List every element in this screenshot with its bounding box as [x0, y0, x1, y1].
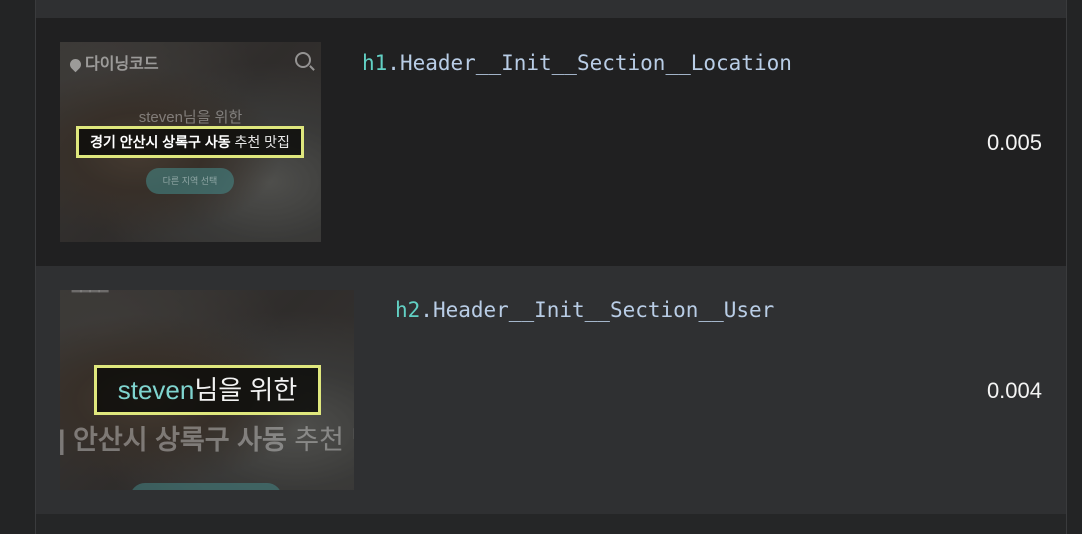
highlight-box: steven님을 위한 — [94, 365, 321, 415]
highlight-location: 경기 안산시 상록구 사동 — [90, 134, 231, 150]
brand-logo-cropped: ━━━━ — [72, 290, 109, 300]
change-region-button: 다른 지역 선택 — [146, 168, 234, 194]
next-row-edge — [36, 514, 1066, 534]
element-thumbnail: ━━━━ steven님을 위한 | 안산시 상록구 사동 추천 맛 — [60, 290, 354, 490]
selector-class: .Header__Init__Section__User — [420, 298, 775, 322]
selector-tag: h1 — [362, 51, 388, 75]
search-icon — [295, 52, 311, 68]
score-value: 0.004 — [986, 378, 1042, 403]
highlight-box: 경기 안산시 상록구 사동 추천 맛집 — [76, 126, 304, 158]
change-region-button-cropped — [130, 483, 282, 490]
element-selector: h1.Header__Init__Section__Location — [362, 51, 792, 75]
result-row[interactable]: ━━━━ steven님을 위한 | 안산시 상록구 사동 추천 맛 h2.He… — [36, 266, 1066, 514]
highlight-username: steven — [117, 375, 195, 405]
result-row[interactable]: 다이닝코드 steven님을 위한 경기 안산시 상록구 사동 추천 맛집 다른… — [36, 18, 1066, 266]
element-selector: h2.Header__Init__Section__User — [395, 298, 774, 322]
greeting-text: steven님을 위한 — [138, 109, 243, 126]
element-thumbnail: 다이닝코드 steven님을 위한 경기 안산시 상록구 사동 추천 맛집 다른… — [60, 42, 321, 242]
map-pin-icon — [67, 56, 84, 73]
highlight-suffix: 님을 위한 — [194, 375, 298, 405]
highlight-suffix: 추천 맛집 — [234, 134, 290, 150]
selector-class: .Header__Init__Section__Location — [387, 51, 792, 75]
selector-tag: h2 — [395, 298, 421, 322]
previous-row-edge — [36, 0, 1066, 18]
brand-logo: 다이닝코드 — [67, 50, 159, 74]
results-panel: 다이닝코드 steven님을 위한 경기 안산시 상록구 사동 추천 맛집 다른… — [35, 0, 1067, 534]
score-value: 0.005 — [986, 130, 1042, 155]
location-text: | 안산시 상록구 사동 추천 맛 — [60, 425, 354, 455]
